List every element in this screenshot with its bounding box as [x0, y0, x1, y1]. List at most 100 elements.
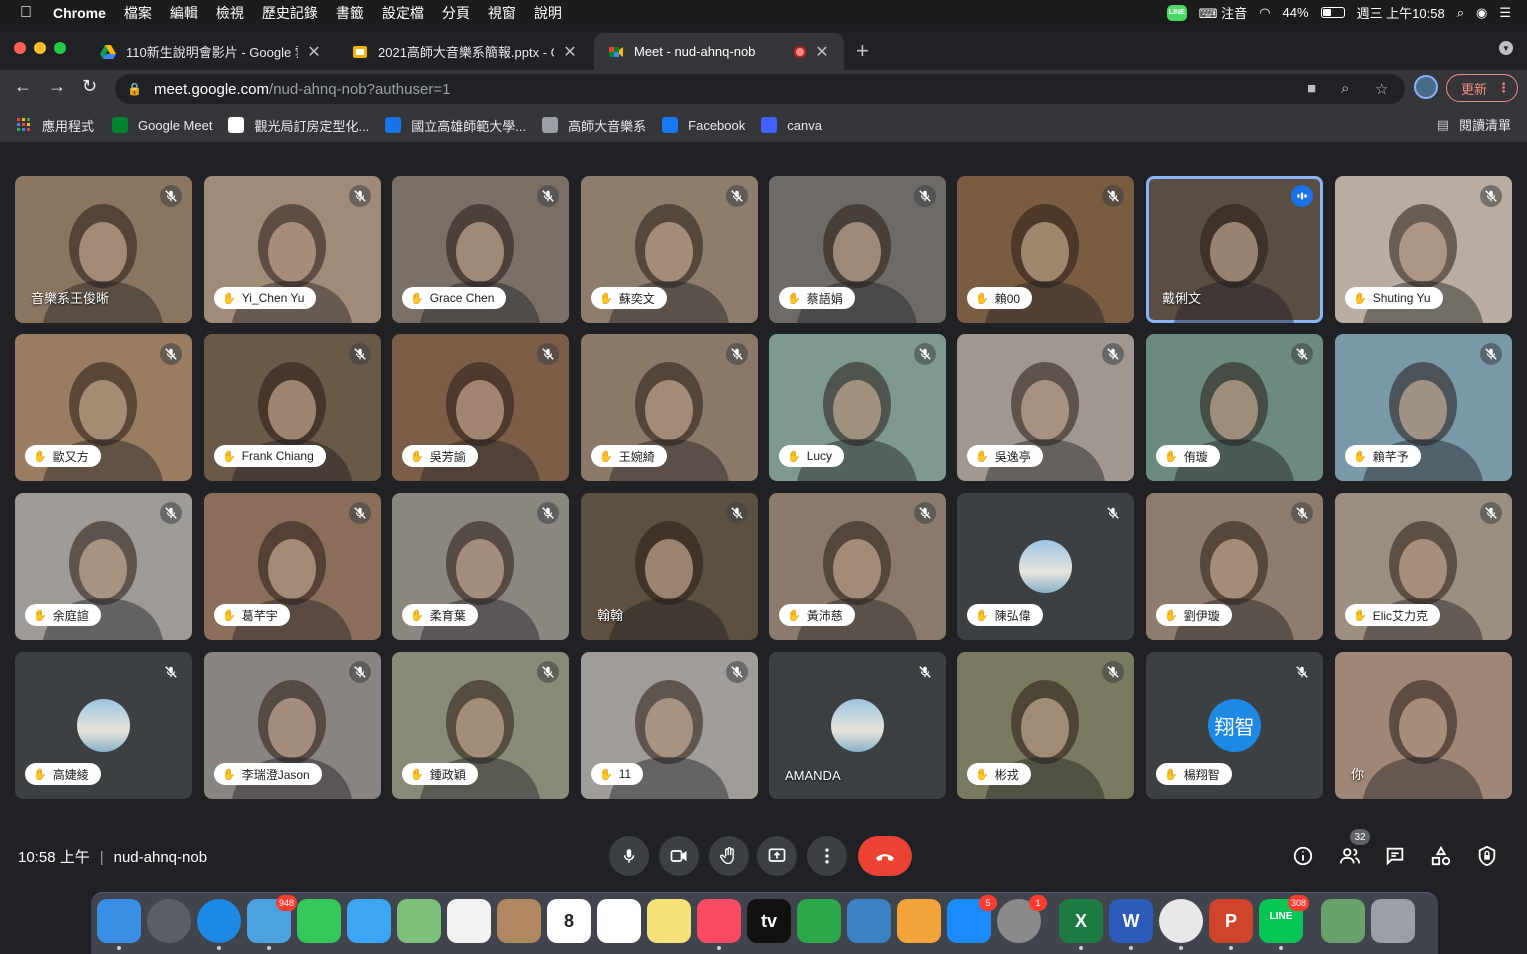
raise-hand-button[interactable] — [709, 836, 749, 876]
dock-launchpad-icon[interactable] — [147, 899, 191, 943]
dock-pages-icon[interactable] — [897, 899, 941, 943]
dock-facetime-icon[interactable] — [297, 899, 341, 943]
participant-tile[interactable]: ✋ 吳芳諭 — [392, 334, 569, 481]
zoom-window-button[interactable] — [54, 42, 66, 54]
close-window-button[interactable] — [14, 42, 26, 54]
participant-tile[interactable]: 你 — [1335, 652, 1512, 799]
menu-window[interactable]: 視窗 — [479, 3, 525, 23]
menu-tab[interactable]: 分頁 — [433, 3, 479, 23]
participant-tile[interactable]: ✋ 王婉綺 — [581, 334, 758, 481]
dock-numbers-icon[interactable] — [797, 899, 841, 943]
bookmark-item[interactable]: 高師大音樂系 — [542, 116, 646, 135]
bookmark-item[interactable]: Google Meet — [112, 117, 212, 133]
input-method-status[interactable]: ⌨ 注音 — [1199, 3, 1247, 22]
dock-excel-icon[interactable]: X — [1059, 899, 1103, 950]
dock-notes-icon[interactable] — [647, 899, 691, 943]
participant-tile[interactable]: ✋ 侑璇 — [1146, 334, 1323, 481]
participant-tile[interactable]: 音樂系王俊晰 — [15, 176, 192, 323]
dock-system-preferences-icon[interactable]: 1 — [997, 895, 1047, 943]
dock-contacts-icon[interactable] — [497, 899, 541, 943]
bookmark-item[interactable]: 觀光局訂房定型化... — [228, 116, 369, 135]
menu-bookmarks[interactable]: 書籤 — [327, 3, 373, 23]
close-tab-icon[interactable]: ✕ — [814, 42, 830, 62]
participant-tile[interactable]: ✋ 李瑞澄Jason — [204, 652, 381, 799]
dock-safari-icon[interactable] — [197, 899, 241, 950]
people-button[interactable] — [1338, 844, 1362, 868]
profile-avatar[interactable] — [1414, 75, 1438, 99]
participant-tile[interactable]: ✋ 黃沛慈 — [769, 493, 946, 640]
dock-word-icon[interactable]: W — [1109, 899, 1153, 950]
zoom-magnifier-icon[interactable]: ⌕ — [1341, 80, 1349, 97]
bookmark-item[interactable]: canva — [761, 117, 822, 133]
tab-meet[interactable]: Meet - nud-ahnq-nob ✕ — [594, 33, 844, 70]
participant-tile[interactable]: ✋ 歐又方 — [15, 334, 192, 481]
dock-photos-icon[interactable] — [447, 899, 491, 943]
tab-slides[interactable]: 2021高師大音樂系簡報.pptx - Google 簡報 ✕ — [338, 33, 592, 70]
participant-tile[interactable]: ✋ 賴00 — [957, 176, 1134, 323]
chat-button[interactable] — [1383, 844, 1407, 868]
bookmark-item[interactable]: 應用程式 — [16, 116, 94, 135]
more-options-button[interactable] — [807, 836, 847, 876]
participant-tile[interactable]: ✋ 11 — [581, 652, 758, 799]
tab-drive[interactable]: 110新生說明會影片 - Google 雲端硬碟 ✕ — [86, 33, 336, 70]
participant-tile[interactable]: ✋ 余庭諠 — [15, 493, 192, 640]
meeting-info-button[interactable] — [1291, 844, 1315, 868]
minimize-window-button[interactable] — [34, 42, 46, 54]
participant-tile[interactable]: ✋ Yi_Chen Yu — [204, 176, 381, 323]
dock-chrome-icon[interactable] — [1159, 899, 1203, 950]
reload-icon[interactable]: ↻ — [82, 76, 97, 97]
participant-tile[interactable]: ✋ 葛芊宇 — [204, 493, 381, 640]
participant-tile[interactable]: ✋ 吳逸亭 — [957, 334, 1134, 481]
participant-tile[interactable]: ✋ Lucy — [769, 334, 946, 481]
kebab-menu-icon[interactable]: ⋮ — [1497, 80, 1510, 96]
participant-tile[interactable]: ✋ 賴芊予 — [1335, 334, 1512, 481]
reading-list-button[interactable]: ▤ 閱讀清單 — [1437, 115, 1511, 134]
activities-button[interactable] — [1429, 844, 1453, 868]
dock-keynote-icon[interactable] — [847, 899, 891, 943]
tab-search-chevron-icon[interactable]: ▼ — [1499, 41, 1513, 55]
bookmark-item[interactable]: Facebook — [662, 117, 745, 133]
participant-tile[interactable]: ✋ Frank Chiang — [204, 334, 381, 481]
participant-tile[interactable]: 翰翰 — [581, 493, 758, 640]
participant-tile[interactable]: 戴俐文 — [1146, 176, 1323, 323]
menu-file[interactable]: 檔案 — [115, 3, 161, 23]
menu-history[interactable]: 歷史記錄 — [253, 3, 327, 23]
present-screen-button[interactable] — [757, 836, 797, 876]
menubar-clock[interactable]: 週三 上午10:58 — [1357, 3, 1445, 22]
participant-tile[interactable]: ✋ 蘇奕文 — [581, 176, 758, 323]
new-tab-plus-icon[interactable]: + — [856, 38, 869, 64]
participant-tile[interactable]: ✋ 蔡語娟 — [769, 176, 946, 323]
participant-tile[interactable]: ✋ 彬戎 — [957, 652, 1134, 799]
leave-call-button[interactable] — [858, 836, 912, 876]
camera-button[interactable] — [659, 836, 699, 876]
dock-line-icon[interactable]: LINE 308 — [1259, 895, 1309, 950]
camera-in-use-icon[interactable]: ■ — [1307, 80, 1316, 97]
dock-preview-icon[interactable] — [1321, 899, 1365, 943]
wifi-icon[interactable]: ◠ — [1259, 5, 1270, 21]
lock-icon[interactable]: 🔒 — [127, 82, 142, 96]
menu-view[interactable]: 檢視 — [207, 3, 253, 23]
dock-calendar-icon[interactable]: 8 — [547, 899, 591, 943]
microphone-button[interactable] — [609, 836, 649, 876]
participant-tile[interactable]: 翔智 ✋ 楊翔智 — [1146, 652, 1323, 799]
menu-app-name[interactable]: Chrome — [44, 5, 115, 21]
close-tab-icon[interactable]: ✕ — [562, 42, 578, 62]
participant-tile[interactable]: ✋ 劉伊璇 — [1146, 493, 1323, 640]
bookmark-item[interactable]: 國立高雄師範大學... — [385, 116, 526, 135]
dock-mail-icon[interactable]: 948 — [247, 895, 297, 950]
battery-icon[interactable] — [1320, 7, 1345, 18]
line-status-icon[interactable]: LINE — [1166, 4, 1187, 21]
address-bar[interactable]: 🔒 meet.google.com/nud-ahnq-nob?authuser=… — [115, 74, 1405, 104]
back-arrow-icon[interactable]: ← — [14, 76, 32, 97]
bookmark-star-icon[interactable]: ☆ — [1375, 80, 1388, 98]
dock-app-store-icon[interactable]: 5 — [947, 895, 997, 943]
apple-icon[interactable]:  — [0, 4, 44, 22]
dock-finder-icon[interactable] — [97, 899, 141, 950]
menu-help[interactable]: 說明 — [525, 3, 571, 23]
forward-arrow-icon[interactable]: → — [48, 76, 66, 97]
participant-tile[interactable]: ✋ 鍾政穎 — [392, 652, 569, 799]
dock-apple-tv-icon[interactable]: tv — [747, 899, 791, 943]
participant-tile[interactable]: ✋ 陳弘偉 — [957, 493, 1134, 640]
spotlight-search-icon[interactable]: ⌕ — [1457, 5, 1464, 21]
menu-edit[interactable]: 編輯 — [161, 3, 207, 23]
